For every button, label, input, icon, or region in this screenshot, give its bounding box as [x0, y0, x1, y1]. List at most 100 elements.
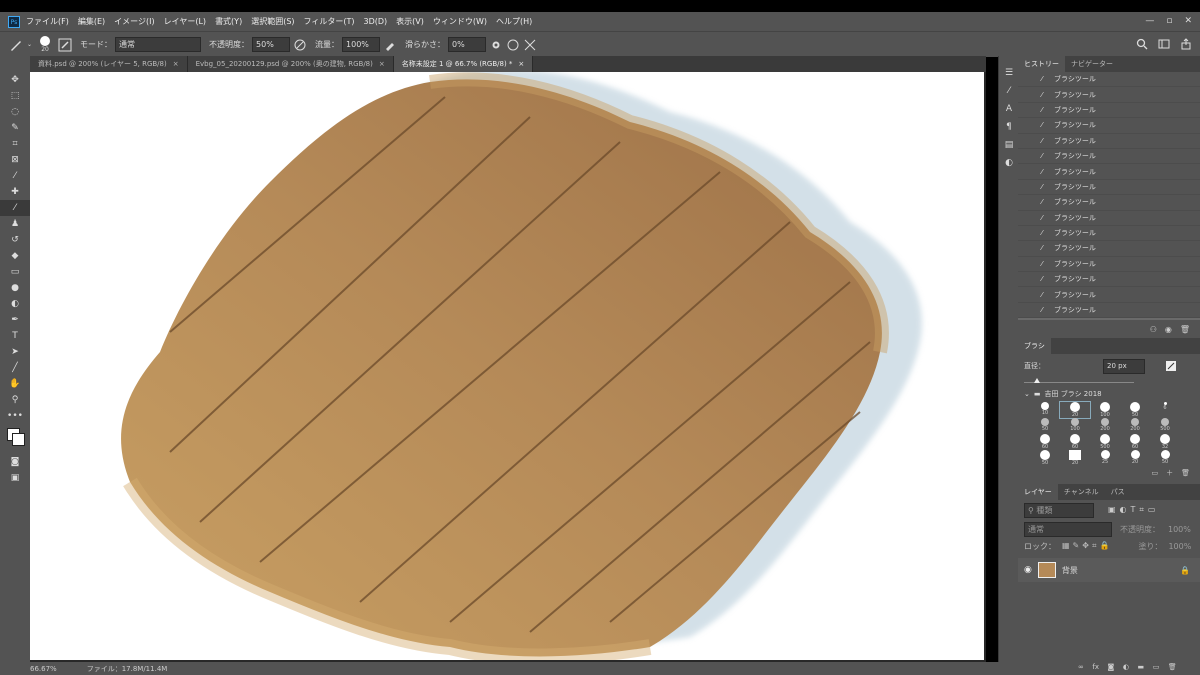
pen-tool-icon[interactable]: ✒: [0, 312, 30, 328]
mode-select[interactable]: 通常: [115, 37, 202, 52]
layer-blend-mode[interactable]: 通常: [1024, 521, 1112, 537]
adjustment-icon[interactable]: ◐: [1123, 663, 1129, 671]
tab-layers[interactable]: レイヤー: [1018, 484, 1058, 500]
history-item[interactable]: ⁄ ブラシツール: [1018, 241, 1200, 257]
gear-icon[interactable]: [489, 38, 503, 52]
marquee-tool-icon[interactable]: ⬚: [0, 88, 30, 104]
brush-preset[interactable]: 50: [1030, 418, 1060, 434]
brush-preset[interactable]: 100: [1060, 418, 1090, 434]
history-item[interactable]: ⁄ ブラシツール: [1018, 303, 1200, 319]
tab-close-icon[interactable]: ×: [379, 60, 385, 68]
zoom-readout[interactable]: 66.67%: [30, 665, 57, 673]
stamp-tool-icon[interactable]: ♟: [0, 216, 30, 232]
brush-preset[interactable]: 50: [1150, 450, 1180, 466]
menu-3d[interactable]: 3D(D): [364, 17, 388, 26]
share-icon[interactable]: [1180, 38, 1192, 50]
brush-preset[interactable]: 20: [1060, 450, 1090, 466]
adjustments-panel-icon[interactable]: ▤: [999, 136, 1019, 154]
menu-layer[interactable]: レイヤー(L): [164, 16, 206, 27]
symmetry-icon[interactable]: [523, 38, 537, 52]
brush-new-group-icon[interactable]: ▭: [1151, 469, 1158, 477]
brush-preset[interactable]: 100: [1090, 402, 1120, 418]
history-item[interactable]: ⁄ ブラシツール: [1018, 118, 1200, 134]
history-item[interactable]: ⁄ ブラシツール: [1018, 211, 1200, 226]
gradient-tool-icon[interactable]: ▭: [0, 264, 30, 280]
pressure-opacity-icon[interactable]: [293, 38, 307, 52]
color-swatches[interactable]: [0, 424, 30, 454]
trash-icon[interactable]: 🗑: [1180, 325, 1190, 334]
menu-image[interactable]: イメージ(I): [114, 16, 154, 27]
tab-paths[interactable]: パス: [1105, 484, 1131, 500]
brush-size-field[interactable]: 20 px: [1103, 358, 1145, 374]
history-item[interactable]: ⁄ ブラシツール: [1018, 287, 1200, 303]
brush-preset[interactable]: 500: [1090, 434, 1120, 450]
brush-preset[interactable]: 200: [1120, 418, 1150, 434]
brush-preset[interactable]: 20: [1059, 401, 1091, 419]
tab-navigator[interactable]: ナビゲーター: [1065, 56, 1119, 72]
crop-tool-icon[interactable]: ⌗: [0, 136, 30, 152]
brush-tool-icon[interactable]: ⁄: [0, 200, 30, 216]
menu-type[interactable]: 書式(Y): [215, 16, 242, 27]
brush-preset[interactable]: 20: [1120, 450, 1150, 466]
more-tools-icon[interactable]: •••: [0, 408, 30, 424]
airbrush-icon[interactable]: [383, 38, 397, 52]
tab-untitled[interactable]: 名称未設定 1 @ 66.7% (RGB/8) * ×: [393, 56, 534, 72]
brush-preset[interactable]: 60: [1120, 434, 1150, 450]
type-tool-icon[interactable]: T: [0, 328, 30, 344]
history-item[interactable]: ⁄ ブラシツール: [1018, 103, 1200, 119]
history-item[interactable]: ⁄ ブラシツール: [1018, 180, 1200, 196]
menu-filter[interactable]: フィルター(T): [304, 16, 355, 27]
close-button[interactable]: ✕: [1184, 16, 1192, 26]
background-color[interactable]: [12, 433, 25, 446]
group-icon[interactable]: ▬: [1138, 663, 1145, 671]
history-item[interactable]: ⁄ ブラシツール: [1018, 226, 1200, 242]
quick-select-tool-icon[interactable]: ✎: [0, 120, 30, 136]
brush-tool-preset[interactable]: ⌄: [8, 38, 32, 52]
brush-preset[interactable]: 50: [1030, 450, 1060, 466]
history-brush-tool-icon[interactable]: ↺: [0, 232, 30, 248]
zoom-tool-icon[interactable]: ⚲: [0, 392, 30, 408]
history-item[interactable]: ⁄ ブラシツール: [1018, 87, 1200, 103]
link-icon[interactable]: ∞: [1078, 663, 1084, 671]
hand-tool-icon[interactable]: ✋: [0, 376, 30, 392]
history-item[interactable]: ⁄ ブラシツール: [1018, 164, 1200, 180]
fill-value[interactable]: 100%: [1168, 542, 1191, 551]
maximize-button[interactable]: ▫: [1166, 16, 1172, 26]
blur-tool-icon[interactable]: ●: [0, 280, 30, 296]
brush-size-slider[interactable]: [1024, 378, 1194, 386]
eye-icon[interactable]: ◉: [1024, 565, 1032, 575]
brush-folder[interactable]: ⌄ ▬ 吉田 ブラシ 2018: [1018, 386, 1200, 402]
menu-window[interactable]: ウィンドウ(W): [433, 16, 487, 27]
brush-settings-toggle[interactable]: [58, 38, 72, 52]
layer-filter-icons[interactable]: ▣◐T⌗▭: [1108, 505, 1160, 515]
history-item[interactable]: ⁄ ブラシツール: [1018, 134, 1200, 149]
history-item[interactable]: ⁄ ブラシツール: [1018, 72, 1200, 88]
history-item[interactable]: ⁄ ブラシツール: [1018, 149, 1200, 165]
menu-edit[interactable]: 編集(E): [78, 16, 105, 27]
search-icon[interactable]: [1136, 38, 1148, 50]
layer-kind-filter[interactable]: ⚲ 種類: [1024, 502, 1094, 518]
history-list[interactable]: ⁄ ブラシツール ⁄ ブラシツール ⁄ ブラシツール ⁄ ブラシツール ⁄ ブラシツール ⁄ ブラシツ…: [1018, 72, 1200, 320]
path-select-tool-icon[interactable]: ➤: [0, 344, 30, 360]
eraser-tool-icon[interactable]: ◆: [0, 248, 30, 264]
brush-preset[interactable]: 50: [1120, 402, 1150, 418]
workspace-icon[interactable]: [1158, 38, 1170, 50]
eyedropper-tool-icon[interactable]: ⁄: [0, 168, 30, 184]
properties-panel-icon[interactable]: ◐: [999, 154, 1019, 172]
history-item[interactable]: ⁄ ブラシツール: [1018, 195, 1200, 211]
tab-reference[interactable]: 資料.psd @ 200% (レイヤー 5, RGB/8) ×: [30, 56, 188, 72]
brush-preset[interactable]: 500: [1150, 418, 1180, 434]
opacity-field[interactable]: 50%: [252, 37, 291, 52]
tab-history[interactable]: ヒストリー: [1018, 56, 1065, 72]
move-tool-icon[interactable]: ✥: [0, 72, 30, 88]
brush-preset[interactable]: 200: [1090, 418, 1120, 434]
history-item[interactable]: ⁄ ブラシツール: [1018, 272, 1200, 288]
menu-select[interactable]: 選択範囲(S): [251, 16, 294, 27]
camera-icon[interactable]: ◉: [1165, 325, 1172, 334]
brush-grid[interactable]: 10 20 100 50 6 50 100 200 200 500 60 60 500 60 32 50 20 2…: [1030, 401, 1190, 466]
new-layer-icon[interactable]: ▭: [1153, 663, 1160, 671]
brush-preset[interactable]: 32: [1150, 434, 1180, 450]
brush-preset[interactable]: 60: [1060, 434, 1090, 450]
snapshot-icon[interactable]: ⚇: [1150, 325, 1157, 334]
brush-preset[interactable]: 6: [1150, 402, 1180, 418]
